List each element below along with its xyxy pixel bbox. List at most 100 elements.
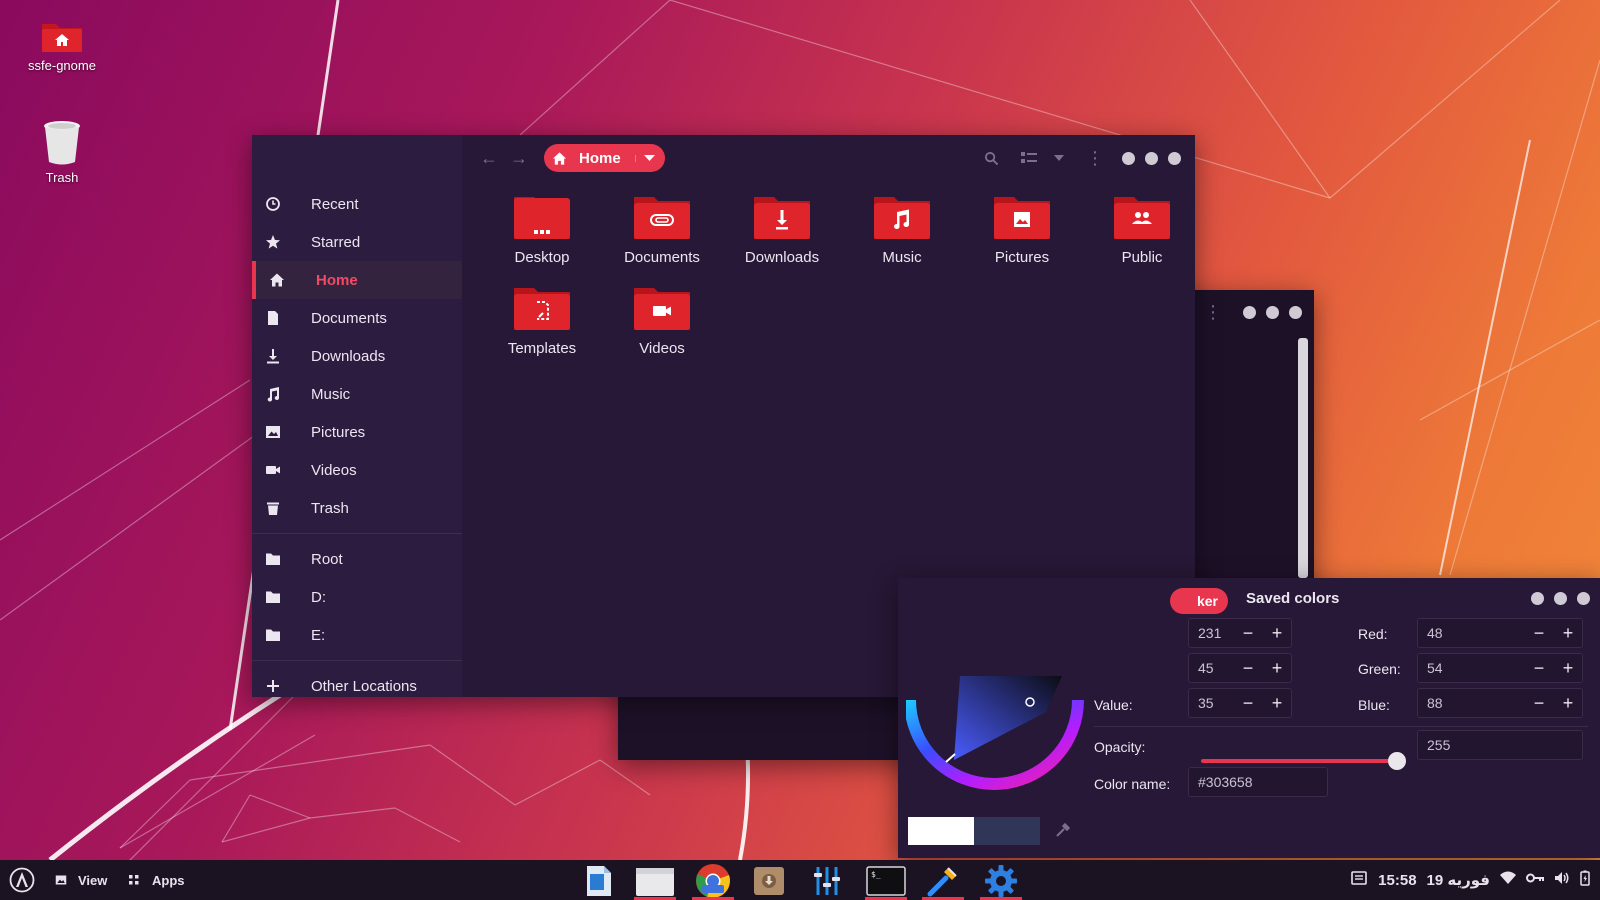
tab-saved-colors[interactable]: Saved colors bbox=[1246, 590, 1339, 607]
kebab-menu-icon[interactable]: ⋮ bbox=[1080, 143, 1110, 173]
picture-icon bbox=[262, 424, 284, 440]
sidebar-item-label: Root bbox=[311, 550, 343, 568]
mixer-app-icon[interactable] bbox=[804, 862, 850, 900]
folder-item-downloads[interactable]: Downloads bbox=[722, 193, 842, 266]
writer-app-icon[interactable] bbox=[576, 862, 622, 900]
sidebar-item-root[interactable]: Root bbox=[252, 540, 462, 578]
kebab-menu-icon[interactable]: ⋮ bbox=[1204, 302, 1222, 323]
minimize-button[interactable] bbox=[1122, 151, 1135, 165]
folder-item-documents[interactable]: Documents bbox=[602, 193, 722, 266]
desktop-icon-home[interactable]: ssfe-gnome bbox=[17, 18, 107, 73]
red-increment-button[interactable]: + bbox=[1558, 618, 1578, 648]
settings-app-icon[interactable] bbox=[978, 862, 1024, 900]
trash-icon bbox=[262, 500, 284, 516]
folder-item-music[interactable]: Music bbox=[842, 193, 962, 266]
hue-decrement-button[interactable]: − bbox=[1238, 618, 1258, 648]
saturation-decrement-button[interactable]: − bbox=[1238, 653, 1258, 683]
apps-button[interactable]: Apps bbox=[152, 873, 185, 888]
wifi-icon[interactable] bbox=[1500, 871, 1516, 890]
minimize-button[interactable] bbox=[1531, 592, 1544, 605]
folder-label: Desktop bbox=[514, 249, 570, 266]
notification-icon[interactable] bbox=[1350, 869, 1368, 892]
desktop-icon-trash[interactable]: Trash bbox=[17, 118, 107, 185]
plus-icon bbox=[262, 679, 284, 693]
opacity-slider[interactable] bbox=[1201, 759, 1397, 763]
clock-date[interactable]: فوریه 19 bbox=[1427, 871, 1490, 889]
volume-icon[interactable] bbox=[1554, 871, 1570, 890]
opacity-slider-handle[interactable] bbox=[1388, 752, 1406, 770]
current-color-swatch[interactable] bbox=[974, 817, 1040, 845]
folder-item-public[interactable]: Public bbox=[1082, 193, 1202, 266]
sidebar-item-downloads[interactable]: Downloads bbox=[252, 337, 462, 375]
saturation-increment-button[interactable]: + bbox=[1267, 653, 1287, 683]
blue-decrement-button[interactable]: − bbox=[1529, 688, 1549, 718]
folder-label: Templates bbox=[507, 340, 577, 357]
green-decrement-button[interactable]: − bbox=[1529, 653, 1549, 683]
folder-item-videos[interactable]: Videos bbox=[602, 284, 722, 357]
key-icon[interactable] bbox=[1526, 871, 1544, 889]
sidebar-item-pictures[interactable]: Pictures bbox=[252, 413, 462, 451]
terminal-app-icon[interactable]: $_ bbox=[863, 862, 909, 900]
home-folder-icon bbox=[42, 24, 82, 52]
sidebar-item-home[interactable]: Home bbox=[252, 261, 462, 299]
folder-label: Videos bbox=[639, 340, 685, 357]
sidebar-item-recent[interactable]: Recent bbox=[252, 185, 462, 223]
value-increment-button[interactable]: + bbox=[1267, 688, 1287, 718]
header-bar: ker Saved colors bbox=[898, 578, 1600, 620]
search-icon[interactable] bbox=[976, 143, 1006, 173]
view-options-chevron-icon[interactable] bbox=[1044, 143, 1074, 173]
blue-label: Blue: bbox=[1358, 697, 1390, 713]
scrollbar[interactable] bbox=[1298, 338, 1308, 578]
maximize-button[interactable] bbox=[1266, 306, 1279, 319]
opacity-label: Opacity: bbox=[1094, 739, 1146, 755]
list-view-icon[interactable] bbox=[1014, 143, 1044, 173]
sidebar-item-music[interactable]: Music bbox=[252, 375, 462, 413]
chevron-down-icon[interactable] bbox=[634, 154, 655, 162]
sidebar-item-trash[interactable]: Trash bbox=[252, 489, 462, 527]
close-button[interactable] bbox=[1577, 592, 1590, 605]
desktop-icon-label: ssfe-gnome bbox=[28, 58, 96, 73]
sidebar-item-starred[interactable]: Starred bbox=[252, 223, 462, 261]
view-button[interactable]: View bbox=[78, 873, 107, 888]
value-decrement-button[interactable]: − bbox=[1238, 688, 1258, 718]
arch-logo-icon[interactable] bbox=[9, 867, 35, 898]
green-increment-button[interactable]: + bbox=[1558, 653, 1578, 683]
folder-label: Documents bbox=[624, 249, 700, 266]
sidebar-item-other-locations[interactable]: Other Locations bbox=[252, 667, 462, 705]
previous-color-swatch[interactable] bbox=[908, 817, 974, 845]
sidebar-item-videos[interactable]: Videos bbox=[252, 451, 462, 489]
tab-picker[interactable]: ker bbox=[1170, 588, 1228, 614]
archive-manager-app-icon[interactable] bbox=[746, 862, 792, 900]
battery-icon[interactable] bbox=[1580, 870, 1590, 891]
opacity-field[interactable]: 255 bbox=[1417, 730, 1583, 760]
sidebar-item-documents[interactable]: Documents bbox=[252, 299, 462, 337]
red-decrement-button[interactable]: − bbox=[1529, 618, 1549, 648]
chrome-beta-app-icon[interactable] bbox=[690, 862, 736, 900]
sidebar-item-drive-e[interactable]: E: bbox=[252, 616, 462, 654]
color-wheel[interactable] bbox=[906, 676, 1084, 806]
svg-text:$_: $_ bbox=[871, 870, 881, 879]
clock-time[interactable]: 15:58 bbox=[1378, 872, 1416, 889]
hue-increment-button[interactable]: + bbox=[1267, 618, 1287, 648]
folder-icon bbox=[262, 589, 284, 605]
close-button[interactable] bbox=[1289, 306, 1302, 319]
blue-increment-button[interactable]: + bbox=[1558, 688, 1578, 718]
close-button[interactable] bbox=[1168, 151, 1181, 165]
folder-item-templates[interactable]: Templates bbox=[482, 284, 602, 357]
sidebar-item-drive-d[interactable]: D: bbox=[252, 578, 462, 616]
minimize-button[interactable] bbox=[1243, 306, 1256, 319]
folder-item-pictures[interactable]: Pictures bbox=[962, 193, 1082, 266]
color-picker-app-icon[interactable] bbox=[920, 862, 966, 900]
folder-item-desktop[interactable]: Desktop bbox=[482, 193, 602, 266]
document-icon bbox=[262, 310, 284, 326]
files-app-icon[interactable] bbox=[632, 862, 678, 900]
sidebar-item-label: D: bbox=[311, 588, 326, 606]
forward-arrow-icon[interactable]: → bbox=[504, 143, 534, 173]
back-arrow-icon[interactable]: ← bbox=[474, 143, 504, 173]
color-name-field[interactable]: #303658 bbox=[1188, 767, 1328, 797]
path-bar-home[interactable]: Home bbox=[544, 144, 665, 172]
maximize-button[interactable] bbox=[1145, 151, 1158, 165]
eyedropper-icon[interactable] bbox=[1054, 821, 1072, 839]
maximize-button[interactable] bbox=[1554, 592, 1567, 605]
home-icon bbox=[552, 151, 567, 166]
